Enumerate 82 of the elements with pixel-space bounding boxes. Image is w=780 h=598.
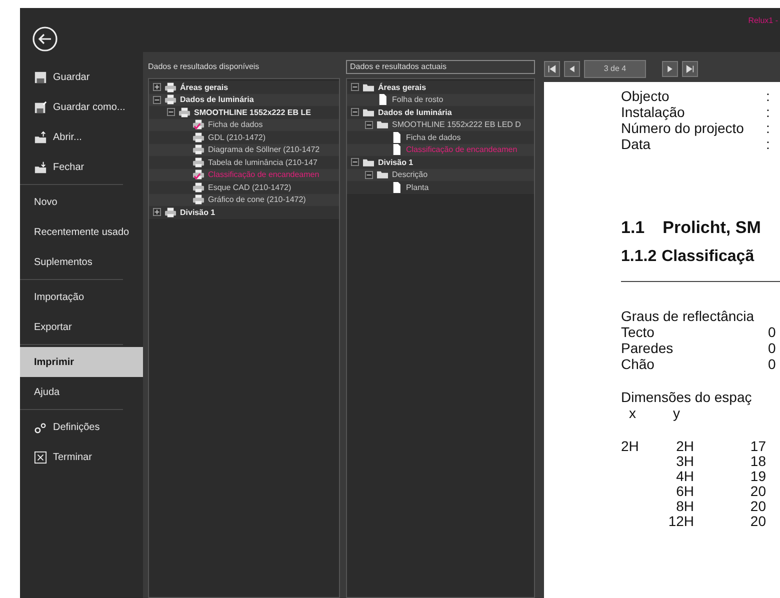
- row-value: 0: [768, 324, 777, 340]
- separator: :: [766, 88, 771, 104]
- expand-icon[interactable]: [153, 83, 161, 92]
- page-field[interactable]: 3 de 4: [584, 60, 646, 78]
- table-cell-text: 20: [749, 499, 766, 514]
- menu-item[interactable]: Abrir...: [20, 122, 143, 152]
- row-value: 0: [768, 356, 777, 372]
- table-cell-text: 17: [749, 439, 766, 454]
- close-icon: [34, 450, 47, 464]
- table-cell: 2H: [621, 438, 639, 454]
- menu-item[interactable]: Terminar: [20, 442, 143, 472]
- previous-page-button[interactable]: [564, 61, 580, 77]
- first-page-button[interactable]: [544, 61, 560, 77]
- collapse-icon[interactable]: [351, 108, 359, 116]
- table-cell-text: 12H: [667, 514, 694, 529]
- collapse-icon[interactable]: [365, 120, 373, 129]
- tree-item[interactable]: Áreas gerais: [378, 82, 426, 92]
- window-title: Relux1 -: [748, 16, 778, 25]
- menu-item[interactable]: Novo: [20, 187, 143, 217]
- menu-item[interactable]: Imprimir: [20, 347, 143, 377]
- triangle-right-icon: [666, 65, 674, 73]
- section-title: Dimensões do espaç: [621, 389, 753, 405]
- next-page-button[interactable]: [662, 61, 678, 77]
- tree-item[interactable]: Áreas gerais: [180, 82, 228, 92]
- collapse-icon[interactable]: [351, 158, 359, 166]
- tree-item[interactable]: Divisão 1: [378, 158, 414, 167]
- folder-down-icon: [34, 160, 47, 174]
- table-cell-text: 19: [749, 469, 766, 484]
- menu-item[interactable]: Ajuda: [20, 377, 143, 407]
- dropdown-field[interactable]: Dados e resultados actuais: [346, 60, 535, 74]
- menu-item[interactable]: Guardar: [20, 62, 143, 92]
- table-cell-text: 4H: [675, 469, 694, 484]
- first-page-icon: [548, 65, 556, 73]
- separator: :: [766, 136, 771, 152]
- column-header: x: [628, 405, 637, 421]
- column-header: y: [672, 405, 681, 421]
- expand-icon[interactable]: [153, 208, 161, 216]
- menu-item[interactable]: Definições: [20, 412, 143, 442]
- row-label: Tecto: [621, 324, 656, 340]
- table-cell-text: 6H: [675, 484, 694, 499]
- menu-item[interactable]: Fechar: [20, 152, 143, 182]
- collapse-icon[interactable]: [153, 96, 161, 104]
- menu-item[interactable]: Recentemente usado: [20, 217, 143, 247]
- table-cell-text: 20: [749, 484, 766, 499]
- menu-item[interactable]: Importação: [20, 282, 143, 312]
- row-label: Paredes: [621, 340, 674, 356]
- field-label: Instalação: [621, 104, 686, 120]
- row-label: Chão: [621, 356, 656, 372]
- table-cell-text: 2H: [675, 439, 694, 454]
- row-value: 0: [768, 340, 777, 356]
- tree-item[interactable]: Descrição: [392, 170, 428, 180]
- table-cell-text: 20: [749, 514, 766, 529]
- heading: Classificaçã: [662, 248, 754, 265]
- heading: Prolicht, SM: [662, 218, 761, 237]
- heading-number: 1.1: [621, 218, 645, 237]
- section-title: Graus de reflectância: [621, 308, 756, 324]
- menu-item[interactable]: Guardar como...: [20, 92, 143, 122]
- collapse-icon[interactable]: [351, 83, 359, 92]
- field-label: Número do projecto: [621, 120, 745, 136]
- floppy-pencil-icon: [34, 100, 47, 114]
- collapse-icon[interactable]: [167, 108, 175, 116]
- triangle-left-icon: [568, 65, 576, 73]
- gears-icon: [34, 420, 47, 434]
- separator: :: [766, 120, 771, 136]
- field-label: Data: [621, 136, 652, 152]
- last-page-button[interactable]: [682, 61, 698, 77]
- table-cell-text: 8H: [675, 499, 694, 514]
- field-label: Objecto: [621, 88, 670, 104]
- menu-item[interactable]: Exportar: [20, 312, 143, 342]
- panel-label: Dados e resultados disponíveis: [148, 61, 260, 73]
- collapse-icon[interactable]: [365, 170, 373, 179]
- menu-item[interactable]: Suplementos: [20, 247, 143, 277]
- tree-item[interactable]: Divisão 1: [180, 208, 216, 217]
- back-icon[interactable]: [32, 26, 58, 52]
- table-cell-text: 3H: [675, 454, 694, 469]
- folder-up-icon: [34, 130, 47, 144]
- floppy-icon: [34, 70, 47, 84]
- separator: :: [766, 104, 771, 120]
- tree-item[interactable]: Planta: [406, 182, 429, 192]
- last-page-icon: [686, 65, 694, 73]
- table-cell-text: 18: [749, 454, 766, 469]
- heading-number: 1.1.2: [621, 248, 657, 265]
